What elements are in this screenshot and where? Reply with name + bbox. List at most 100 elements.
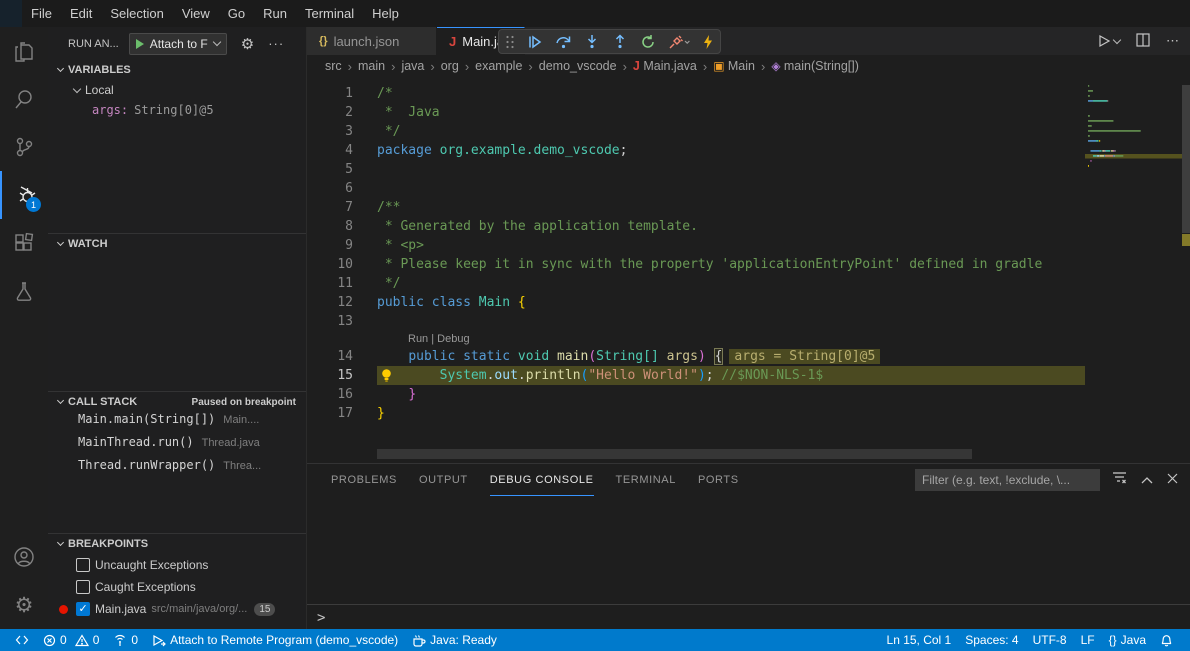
scrollbar-thumb[interactable] [1182, 85, 1190, 233]
code-line-14[interactable]: 14 public static void main(String[] args… [307, 347, 1085, 366]
code-line-16[interactable]: 16 } [307, 385, 1085, 404]
debug-session-status[interactable]: Attach to Remote Program (demo_vscode) [145, 629, 405, 651]
search-icon[interactable] [0, 75, 48, 123]
disconnect-button[interactable] [668, 34, 690, 50]
code-line-9[interactable]: 9 * <p> [307, 236, 1085, 255]
problems-status[interactable]: 0 0 [36, 629, 106, 651]
call-stack-header[interactable]: CALL STACK Paused on breakpoint [48, 392, 306, 412]
line-number[interactable]: 8 [307, 217, 353, 236]
hot-code-replace-button[interactable] [702, 34, 714, 50]
minimap[interactable] [1085, 77, 1182, 463]
remote-indicator[interactable] [8, 629, 36, 651]
gutter[interactable] [353, 404, 377, 423]
line-number[interactable]: 9 [307, 236, 353, 255]
code-line-15[interactable]: 15 System.out.println("Hello World!"); /… [307, 366, 1085, 385]
line-number[interactable]: 1 [307, 84, 353, 103]
code-line-12[interactable]: 12public class Main { [307, 293, 1085, 312]
code-line-11[interactable]: 11 */ [307, 274, 1085, 293]
gutter[interactable] [353, 84, 377, 103]
line-number[interactable]: 11 [307, 274, 353, 293]
breadcrumb-item[interactable]: example [475, 59, 522, 73]
encoding-setting[interactable]: UTF-8 [1026, 629, 1074, 651]
menu-edit[interactable]: Edit [61, 0, 101, 27]
code-line-1[interactable]: 1/* [307, 84, 1085, 103]
line-number[interactable]: 14 [307, 347, 353, 366]
watch-header[interactable]: WATCH [48, 234, 306, 254]
code-editor[interactable]: 1/*2 * Java3 */4package org.example.demo… [307, 77, 1190, 463]
line-number[interactable]: 6 [307, 179, 353, 198]
step-into-button[interactable] [584, 34, 600, 50]
gutter[interactable] [353, 347, 377, 366]
gutter[interactable] [353, 366, 377, 385]
variables-scope-local[interactable]: Local [48, 80, 306, 100]
panel-tab-debug-console[interactable]: DEBUG CONSOLE [490, 464, 594, 496]
lightbulb-icon[interactable] [380, 368, 393, 385]
breakpoint-item[interactable]: Uncaught Exceptions [48, 554, 306, 576]
breadcrumb-item[interactable]: J Main.java [633, 59, 697, 73]
start-debug-icon[interactable] [136, 39, 144, 49]
call-stack-frame[interactable]: MainThread.run()Thread.java [48, 435, 306, 458]
debug-settings-gear-icon[interactable]: ⚙ [241, 35, 254, 53]
call-stack-frame[interactable]: Main.main(String[])Main.... [48, 412, 306, 435]
menu-selection[interactable]: Selection [101, 0, 172, 27]
more-actions-icon[interactable]: ⋯ [1166, 33, 1180, 49]
forwarded-ports[interactable]: 0 [106, 629, 145, 651]
menu-help[interactable]: Help [363, 0, 408, 27]
menu-view[interactable]: View [173, 0, 219, 27]
gutter[interactable] [353, 217, 377, 236]
gutter[interactable] [353, 103, 377, 122]
panel-tab-output[interactable]: OUTPUT [419, 464, 468, 496]
restart-button[interactable] [640, 34, 656, 50]
call-stack-frame[interactable]: Thread.runWrapper()Threa... [48, 458, 306, 481]
variables-header[interactable]: VARIABLES [48, 60, 306, 80]
code-line-10[interactable]: 10 * Please keep it in sync with the pro… [307, 255, 1085, 274]
line-number[interactable]: 17 [307, 404, 353, 423]
gutter[interactable] [353, 274, 377, 293]
panel-tab-terminal[interactable]: TERMINAL [616, 464, 676, 496]
line-number[interactable]: 12 [307, 293, 353, 312]
variable-args[interactable]: args: String[0]@5 [48, 100, 306, 120]
line-number[interactable]: 2 [307, 103, 353, 122]
code-line-13[interactable]: 13 [307, 312, 1085, 331]
breakpoint-item[interactable]: Main.javasrc/main/java/org/...15 [48, 598, 306, 620]
explorer-icon[interactable] [0, 27, 48, 75]
breakpoint-checkbox[interactable] [76, 558, 90, 572]
vertical-scrollbar[interactable] [1182, 77, 1190, 463]
notifications-bell-icon[interactable] [1153, 629, 1180, 651]
split-editor-icon[interactable] [1136, 33, 1150, 50]
language-mode[interactable]: {} Java [1102, 629, 1153, 651]
line-number[interactable]: 7 [307, 198, 353, 217]
menu-run[interactable]: Run [254, 0, 296, 27]
code-line-2[interactable]: 2 * Java [307, 103, 1085, 122]
debug-more-actions-icon[interactable]: ··· [268, 36, 284, 51]
gutter[interactable] [353, 236, 377, 255]
indentation-setting[interactable]: Spaces: 4 [958, 629, 1025, 651]
testing-icon[interactable] [0, 267, 48, 315]
gutter[interactable] [353, 312, 377, 331]
line-number[interactable]: 15 [307, 366, 353, 385]
cursor-position[interactable]: Ln 15, Col 1 [880, 629, 959, 651]
source-control-icon[interactable] [0, 123, 48, 171]
gutter[interactable] [353, 141, 377, 160]
code-line-3[interactable]: 3 */ [307, 122, 1085, 141]
drag-handle-icon[interactable] [505, 35, 515, 49]
step-out-button[interactable] [612, 34, 628, 50]
breakpoints-header[interactable]: BREAKPOINTS [48, 534, 306, 554]
breakpoint-checkbox[interactable] [76, 602, 90, 616]
line-number[interactable]: 4 [307, 141, 353, 160]
run-java-button[interactable] [1097, 34, 1120, 48]
step-over-button[interactable] [555, 34, 572, 50]
maximize-panel-icon[interactable] [1141, 472, 1153, 487]
code-line-4[interactable]: 4package org.example.demo_vscode; [307, 141, 1085, 160]
code-line-7[interactable]: 7/** [307, 198, 1085, 217]
gutter[interactable] [353, 122, 377, 141]
codelens-run-debug[interactable]: Run | Debug [307, 331, 1085, 347]
extensions-icon[interactable] [0, 219, 48, 267]
close-panel-icon[interactable] [1167, 472, 1178, 487]
breadcrumb-item[interactable]: src [325, 59, 342, 73]
tab-launch-json[interactable]: {}launch.json [307, 27, 437, 55]
settings-gear-icon[interactable]: ⚙ [0, 581, 48, 629]
breakpoint-checkbox[interactable] [76, 580, 90, 594]
continue-button[interactable] [527, 34, 543, 50]
gutter[interactable] [353, 293, 377, 312]
